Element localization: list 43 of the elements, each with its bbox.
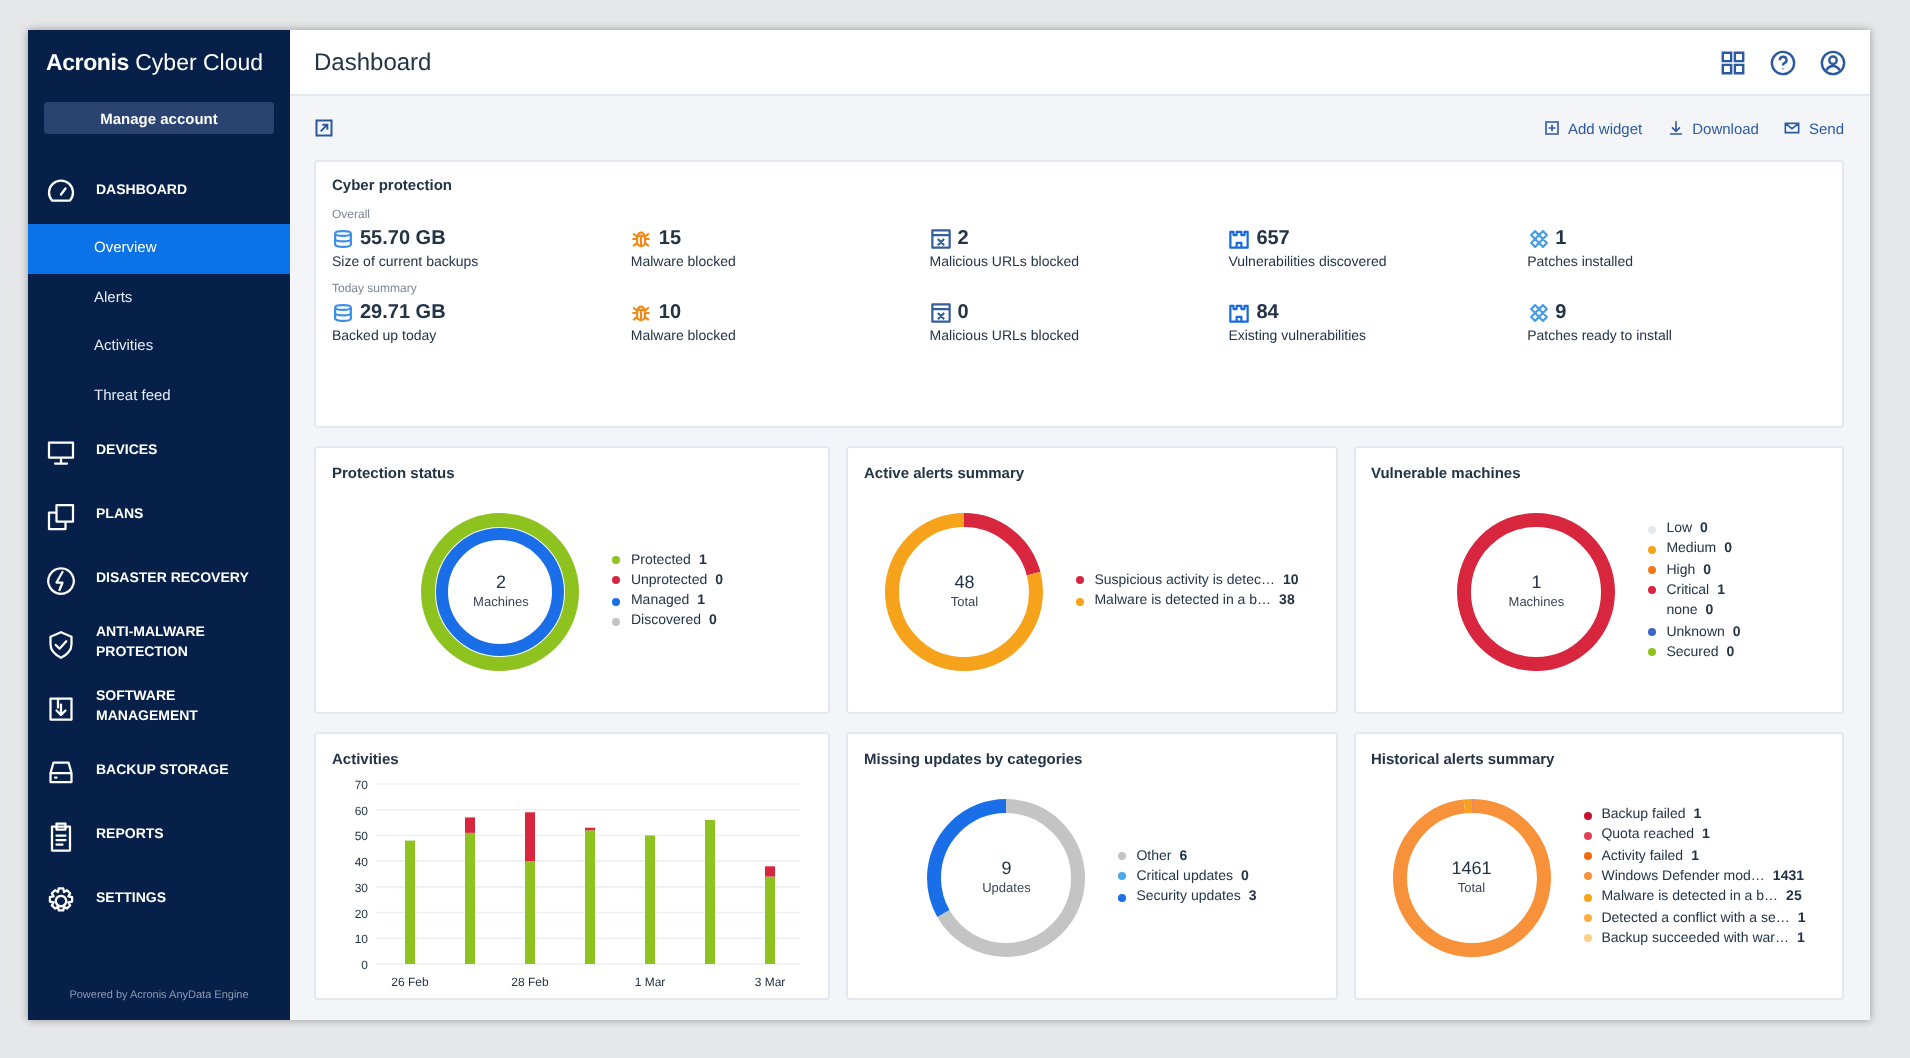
squares-icon[interactable]: [46, 501, 76, 531]
stat-value: 29.71 GB: [360, 302, 446, 324]
logo: Acronis Cyber Cloud: [46, 52, 266, 76]
drive-icon[interactable]: [46, 757, 76, 787]
stat-value: 84: [1256, 302, 1279, 324]
donut-total: 9: [1001, 858, 1012, 878]
page-title: Dashboard: [314, 48, 432, 76]
settings-icon[interactable]: [46, 885, 76, 915]
help-icon[interactable]: [1770, 49, 1796, 75]
castle-icon: [1228, 228, 1251, 250]
stat-value: 2: [957, 228, 969, 250]
user-icon[interactable]: [1820, 49, 1846, 75]
bug-icon: [630, 302, 653, 324]
clipboard-icon[interactable]: [46, 821, 76, 851]
browser-window-icon: [929, 302, 952, 324]
stat-value: 10: [658, 302, 682, 324]
donut-total: 48: [954, 572, 975, 592]
bar: [645, 835, 655, 964]
castle-icon: [1228, 302, 1251, 324]
donut-total: 2: [495, 572, 506, 592]
bar: [705, 820, 715, 964]
database-icon: [332, 228, 354, 250]
bar: [405, 840, 415, 964]
monitor-icon[interactable]: [46, 437, 76, 467]
envelope-icon: [1784, 120, 1801, 136]
grid-icon[interactable]: [1720, 49, 1746, 75]
shield-icon[interactable]: [46, 629, 76, 659]
stat-value: 55.70 GB: [360, 228, 446, 250]
donut-total: 1461: [1451, 858, 1492, 878]
browser-window-icon: [929, 228, 952, 250]
expand-icon[interactable]: [314, 118, 334, 138]
stat-value: 0: [957, 302, 969, 324]
lightning-icon[interactable]: [46, 565, 76, 595]
stat-value: 1: [1555, 228, 1567, 250]
download-icon: [1668, 120, 1685, 136]
download-box-icon[interactable]: [46, 693, 76, 723]
gauge-icon[interactable]: [46, 177, 76, 207]
stat-value: 9: [1555, 302, 1567, 324]
stat-value: 15: [658, 228, 682, 250]
database-icon: [332, 302, 354, 324]
bug-icon: [630, 228, 653, 250]
donut-total: 1: [1531, 572, 1542, 592]
stat-value: 657: [1256, 228, 1290, 250]
